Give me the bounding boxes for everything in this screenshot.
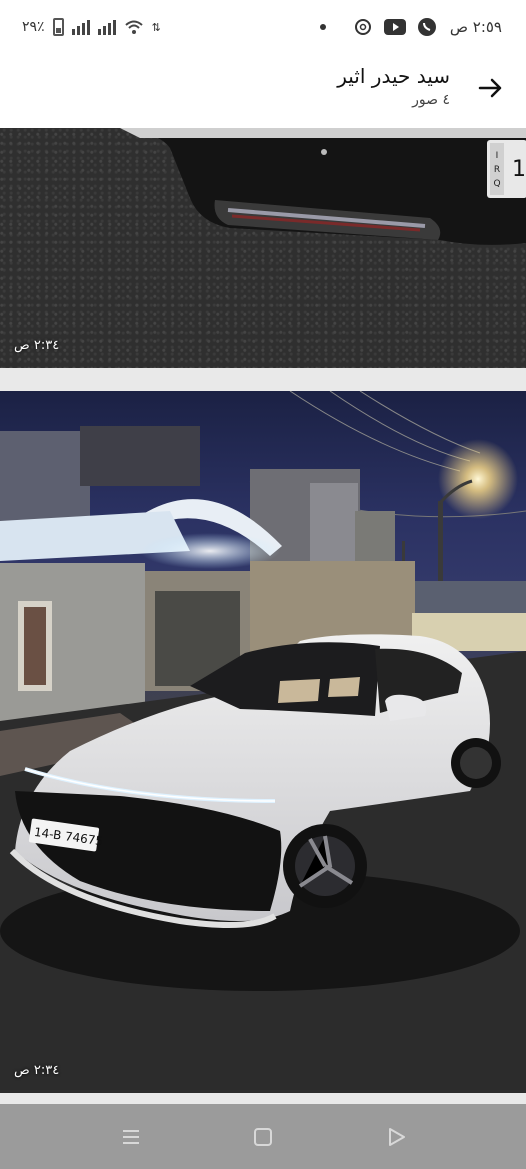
photo-count: ٤ صور [412, 92, 450, 108]
photo-timestamp: ٢:٣٤ ص [14, 338, 60, 353]
svg-text:R: R [494, 165, 500, 175]
battery-percent: ٢٩٪ [22, 19, 45, 35]
signal-icon [71, 19, 90, 35]
contact-name: سيد حيدر اثير [337, 64, 450, 88]
photo-timestamp: ٢:٣٤ ص [14, 1063, 60, 1078]
gallery-header: سيد حيدر اثير ٤ صور [0, 58, 526, 128]
car-rear-bumper-image: I R Q 1 [120, 128, 526, 245]
notification-dot-icon [320, 24, 326, 30]
battery-icon [52, 18, 64, 36]
photo-1[interactable]: I R Q 1 ٢:٣٤ ص [0, 128, 526, 368]
threads-icon [352, 18, 374, 36]
signal-icon-2 [97, 19, 116, 35]
data-arrows-icon: ⇅ [151, 20, 161, 34]
wifi-icon [124, 20, 143, 34]
status-left-group: ٢٩٪ ⇅ [22, 18, 161, 36]
svg-text:I: I [496, 151, 499, 161]
youtube-icon [384, 18, 406, 36]
svg-text:Q: Q [493, 179, 500, 189]
system-nav-bar [0, 1104, 526, 1169]
home-icon[interactable] [252, 1126, 274, 1148]
status-right-group [320, 18, 438, 36]
status-bar: ٢٩٪ ⇅ ٢:٥٩ ص [0, 0, 526, 58]
recent-apps-icon[interactable] [120, 1126, 142, 1148]
back-icon[interactable] [386, 1126, 408, 1148]
back-arrow-icon[interactable] [476, 74, 504, 102]
whatsapp-icon [416, 18, 438, 36]
svg-text:1: 1 [512, 157, 526, 182]
status-time: ٢:٥٩ ص [449, 18, 502, 36]
car-front-image: 14-B 74675 [0, 391, 526, 1093]
photo-2[interactable]: 14-B 74675 ٢:٣٤ ص [0, 391, 526, 1093]
